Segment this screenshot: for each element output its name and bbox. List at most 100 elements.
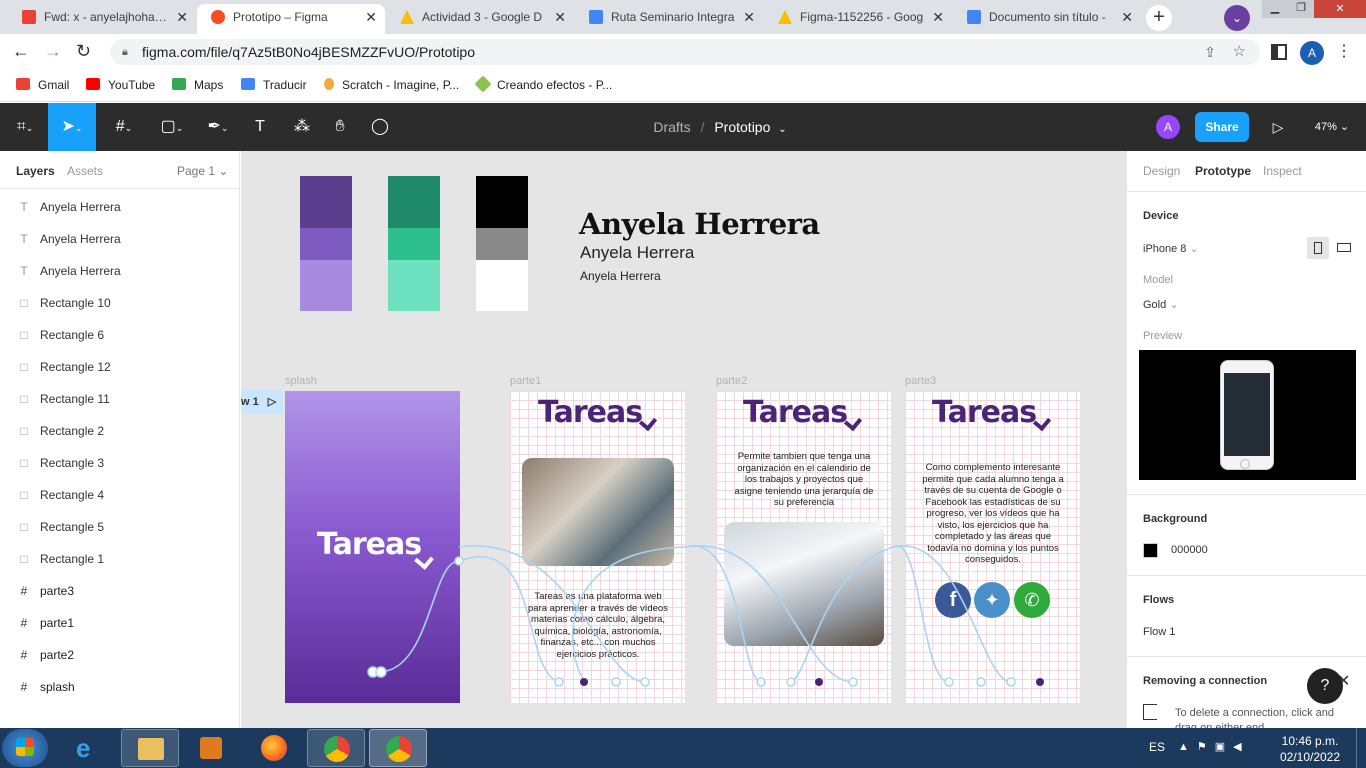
layer-item[interactable]: □ Rectangle 6	[0, 319, 239, 351]
layer-item[interactable]: □ Rectangle 12	[0, 351, 239, 383]
breadcrumb-drafts[interactable]: Drafts	[653, 119, 690, 135]
tab-prototype[interactable]: Prototype	[1195, 164, 1251, 178]
chevron-down-icon[interactable]: ⌄	[778, 124, 786, 135]
show-hidden-icon[interactable]: ▲	[1178, 741, 1197, 753]
layer-item[interactable]: # parte1	[0, 607, 239, 639]
comment-tool-icon[interactable]: ◯	[362, 103, 398, 151]
device-select[interactable]: iPhone 8 ⌄	[1143, 242, 1199, 255]
resources-icon[interactable]: ⁂	[284, 103, 320, 151]
layer-item[interactable]: □ Rectangle 4	[0, 479, 239, 511]
present-icon[interactable]: ▷	[1268, 103, 1288, 151]
layer-item[interactable]: □ Rectangle 2	[0, 415, 239, 447]
layer-item[interactable]: □ Rectangle 3	[0, 447, 239, 479]
tab-search-button[interactable]: ⌄	[1224, 5, 1250, 31]
bookmark-gmail[interactable]: Gmail	[16, 76, 69, 94]
figma-menu-icon[interactable]: ⌗⌄	[6, 103, 44, 151]
close-icon[interactable]: ✕	[554, 4, 566, 30]
browser-tab[interactable]: Figma-1152256 - Goog ✕	[764, 4, 952, 34]
browser-tab[interactable]: Actividad 3 - Google D ✕	[386, 4, 574, 34]
bookmark-maps[interactable]: Maps	[172, 76, 223, 94]
browser-tab-active[interactable]: Prototipo – Figma ✕	[197, 4, 385, 34]
frame-tool-icon[interactable]: #⌄	[104, 103, 144, 151]
url-bar[interactable]: 🔒︎ figma.com/file/q7Az5tB0No4jBESMZZFvUO…	[110, 39, 1260, 65]
layer-item[interactable]: # parte2	[0, 639, 239, 671]
scratch-icon	[324, 78, 334, 90]
background-color-value[interactable]: 000000	[1171, 544, 1208, 556]
language-indicator[interactable]: ES	[1149, 740, 1165, 754]
layer-item[interactable]: # splash	[0, 671, 239, 703]
taskbar-ie[interactable]: e	[60, 729, 118, 767]
bookmark-star-icon[interactable]: ☆	[1233, 39, 1246, 65]
connection-handle	[454, 556, 464, 566]
taskbar-chrome-active[interactable]	[369, 729, 427, 767]
close-icon[interactable]: ✕	[743, 4, 755, 30]
layer-item[interactable]: T Anyela Herrera	[0, 191, 239, 223]
layer-item[interactable]: T Anyela Herrera	[0, 223, 239, 255]
close-icon[interactable]: ✕	[365, 4, 377, 30]
forward-icon[interactable]: →	[44, 41, 64, 62]
menu-icon[interactable]: ⋮	[1336, 41, 1352, 61]
flow-item[interactable]: Flow 1	[1143, 626, 1175, 638]
layer-item[interactable]: T Anyela Herrera	[0, 255, 239, 287]
bookmark-creando-efectos[interactable]: Creando efectos - P...	[474, 75, 612, 94]
pen-tool-icon[interactable]: ✒⌄	[198, 103, 238, 151]
taskbar-firefox[interactable]	[245, 729, 303, 767]
page-dot	[815, 678, 823, 686]
canvas[interactable]: Anyela Herrera Anyela Herrera Anyela Her…	[241, 151, 1126, 728]
clock[interactable]: 10:46 p.m. 02/10/2022	[1270, 733, 1350, 765]
layer-item[interactable]: □ Rectangle 10	[0, 287, 239, 319]
taskbar-explorer[interactable]	[121, 729, 179, 767]
reload-icon[interactable]: ↻	[76, 41, 96, 62]
close-icon[interactable]: ✕	[932, 4, 944, 30]
tab-design[interactable]: Design	[1143, 164, 1180, 178]
close-icon[interactable]: ✕	[176, 4, 188, 30]
layer-item[interactable]: □ Rectangle 11	[0, 383, 239, 415]
volume-icon[interactable]: ◀	[1233, 741, 1249, 753]
network-icon[interactable]: ▣	[1215, 741, 1233, 753]
close-icon[interactable]: ✕	[1121, 4, 1133, 30]
prototype-connections[interactable]	[241, 151, 1126, 728]
start-button[interactable]	[2, 729, 48, 767]
bookmark-traducir[interactable]: Traducir	[241, 76, 307, 94]
close-window-button[interactable]: ✕	[1314, 0, 1366, 18]
portrait-button[interactable]	[1307, 237, 1329, 259]
tray-icons[interactable]: ▲⚑▣◀	[1178, 740, 1250, 753]
layer-item[interactable]: # parte3	[0, 575, 239, 607]
rectangle-tool-icon[interactable]: ▢⌄	[152, 103, 192, 151]
layer-item[interactable]: □ Rectangle 5	[0, 511, 239, 543]
connection-line	[685, 545, 854, 683]
browser-tab[interactable]: Ruta Seminario Integra ✕	[575, 4, 763, 34]
move-tool-icon[interactable]: ➤⌄	[48, 103, 96, 151]
layer-item[interactable]: □ Rectangle 1	[0, 543, 239, 575]
bookmark-scratch[interactable]: Scratch - Imagine, P...	[324, 76, 459, 94]
profile-avatar[interactable]: A	[1300, 41, 1324, 65]
file-name[interactable]: Prototipo	[714, 119, 770, 135]
browser-tab[interactable]: Fwd: x - anyelajhohana ✕	[8, 4, 196, 34]
tab-inspect[interactable]: Inspect	[1263, 164, 1302, 178]
landscape-icon[interactable]	[1337, 243, 1351, 252]
back-icon[interactable]: ←	[12, 41, 32, 62]
bookmark-youtube[interactable]: YouTube	[86, 76, 155, 94]
share-button[interactable]: Share	[1195, 112, 1249, 142]
avatar[interactable]: A	[1156, 115, 1180, 139]
connection-handle	[640, 677, 650, 687]
help-button[interactable]: ?	[1307, 668, 1343, 704]
taskbar-media[interactable]	[182, 729, 240, 767]
model-select[interactable]: Gold ⌄	[1143, 298, 1179, 311]
maximize-button[interactable]: ❐	[1288, 0, 1314, 18]
flag-icon[interactable]: ⚑	[1197, 741, 1215, 753]
background-color-swatch[interactable]	[1143, 543, 1158, 558]
show-desktop-button[interactable]	[1356, 728, 1366, 768]
side-panel-icon[interactable]	[1271, 44, 1287, 60]
tab-assets[interactable]: Assets	[67, 164, 103, 178]
page-selector[interactable]: Page 1 ⌄	[177, 164, 228, 178]
hand-tool-icon[interactable]: ✋︎	[322, 103, 358, 151]
share-page-icon[interactable]: ⇪	[1204, 39, 1216, 65]
minimize-button[interactable]: ▁	[1262, 0, 1288, 18]
browser-tab[interactable]: Documento sin título - ✕	[953, 4, 1141, 34]
text-tool-icon[interactable]: T	[242, 103, 278, 151]
zoom-menu[interactable]: 47% ⌄	[1306, 103, 1358, 151]
new-tab-button[interactable]: +	[1146, 5, 1172, 31]
tab-layers[interactable]: Layers	[16, 164, 55, 178]
taskbar-chrome[interactable]	[307, 729, 365, 767]
